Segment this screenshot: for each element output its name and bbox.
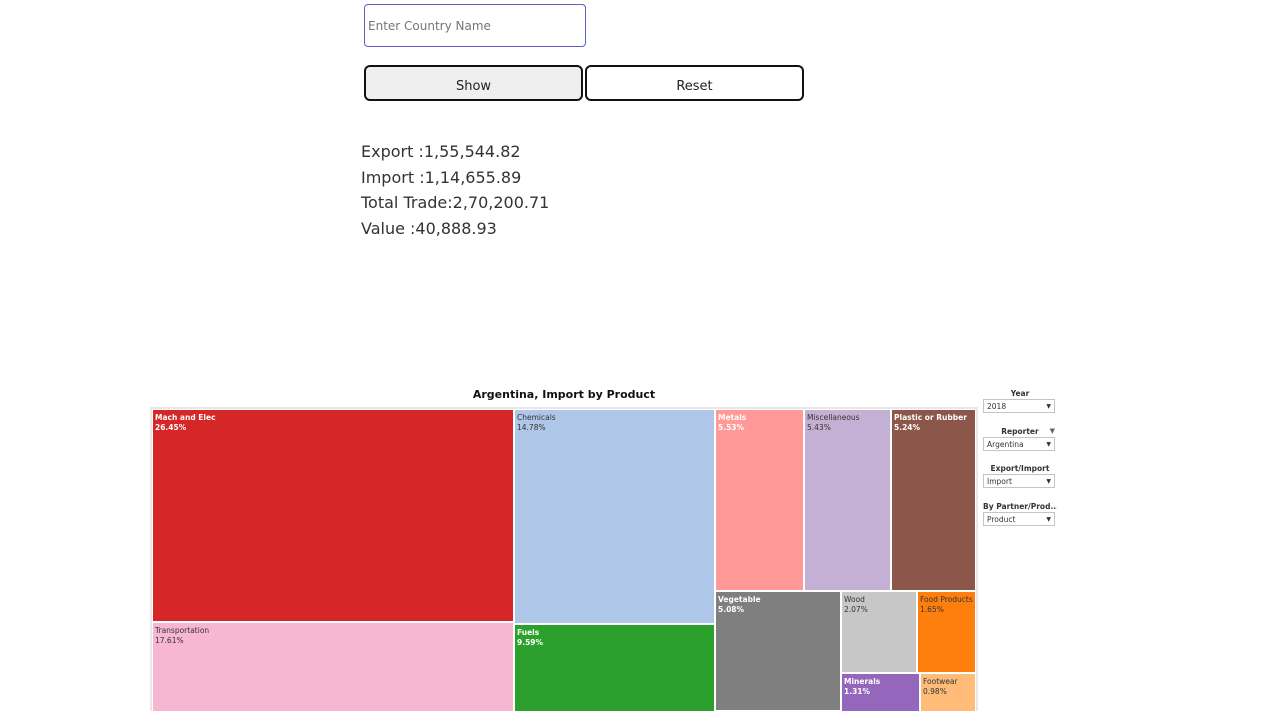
treemap-tile-mach-and-elec[interactable]: Mach and Elec 26.45% [152,409,514,622]
tile-percent: 5.53% [718,422,745,432]
show-button[interactable]: Show [364,65,583,101]
treemap-tile-fuels[interactable]: Fuels 9.59% [514,624,715,711]
export-value: Export :1,55,544.82 [361,142,521,161]
tile-percent: 0.98% [923,686,947,696]
tile-label: Food Products [920,595,973,604]
country-name-input[interactable] [364,4,586,47]
treemap-tile-transportation[interactable]: Transportation 17.61% [152,622,514,711]
tile-label: Miscellaneous [807,413,860,422]
tile-label: Fuels [517,628,540,637]
tile-percent: 1.31% [844,686,871,696]
treemap-tile-vegetable[interactable]: Vegetable 5.08% [715,591,841,711]
tile-percent: 17.61% [155,635,184,645]
export-import-filter-label: Export/Import [990,464,1050,473]
tile-label: Minerals [844,677,881,686]
tile-percent: 1.65% [920,604,944,614]
treemap-tile-footwear[interactable]: Footwear 0.98% [920,673,976,711]
tile-percent: 26.45% [155,422,187,432]
partner-product-select[interactable]: Product ▼ [983,512,1055,526]
reporter-filter: Reporter ▼ Argentina ▼ [983,426,1057,451]
tile-percent: 5.24% [894,422,921,432]
chevron-down-icon: ▼ [1046,477,1051,485]
import-value: Import :1,14,655.89 [361,167,522,187]
chevron-down-icon: ▼ [1046,402,1051,410]
tile-percent: 14.78% [517,422,546,432]
treemap-tile-wood[interactable]: Wood 2.07% [841,591,917,673]
chevron-down-icon: ▼ [1046,440,1051,448]
total-trade-value: Total Trade:2,70,200.71 [361,193,550,213]
treemap-tile-miscellaneous[interactable]: Miscellaneous 5.43% [804,409,891,591]
import-treemap: Mach and Elec 26.45% Transportation 17.61% C… [150,407,978,711]
export-import-select[interactable]: Import ▼ [983,474,1055,488]
partner-product-filter-label: By Partner/Prod... [983,502,1057,511]
tile-percent: 5.08% [718,604,745,614]
treemap-tile-food-products[interactable]: Food Products 1.65% [917,591,976,673]
reporter-select[interactable]: Argentina ▼ [983,437,1055,451]
export-import-select-value: Import [987,476,1012,486]
viz-title: Argentina, Import by Product [472,388,656,401]
partner-product-filter: By Partner/Prod... Product ▼ [983,501,1057,526]
export-import-filter: Export/Import Import ▼ [983,463,1057,488]
treemap-tile-metals[interactable]: Metals 5.53% [715,409,804,591]
partner-product-select-value: Product [987,514,1016,524]
reporter-select-value: Argentina [987,439,1024,449]
reset-button-label: Reset [676,79,713,94]
reporter-filter-label: Reporter [1001,427,1039,436]
reset-button[interactable]: Reset [585,65,804,101]
tile-percent: 5.43% [807,422,831,432]
chevron-down-icon: ▼ [1046,515,1051,523]
value-amount: Value :40,888.93 [361,218,497,238]
tile-label: Metals [718,413,747,422]
tile-percent: 2.07% [844,604,868,614]
tile-label: Wood [844,595,865,604]
treemap-tile-plastic-or-rubber[interactable]: Plastic or Rubber 5.24% [891,409,976,591]
tile-label: Mach and Elec [155,413,216,422]
tile-label: Footwear [923,677,958,686]
year-filter-label: Year [1010,389,1030,398]
tile-label: Plastic or Rubber [894,413,967,422]
tile-percent: 9.59% [517,637,544,647]
tile-label: Transportation [155,626,210,635]
treemap-tile-chemicals[interactable]: Chemicals 14.78% [514,409,715,624]
tile-label: Vegetable [718,595,761,604]
trade-stats: Export :1,55,544.82 Import :1,14,655.89 … [361,139,549,241]
show-button-label: Show [455,79,492,94]
year-select-value: 2018 [987,401,1007,411]
tile-label: Chemicals [517,413,556,422]
filter-menu-icon[interactable]: ▼ [1050,427,1055,435]
year-select[interactable]: 2018 ▼ [983,399,1055,413]
treemap-tile-minerals[interactable]: Minerals 1.31% [841,673,920,711]
year-filter: Year 2018 ▼ [983,388,1057,413]
